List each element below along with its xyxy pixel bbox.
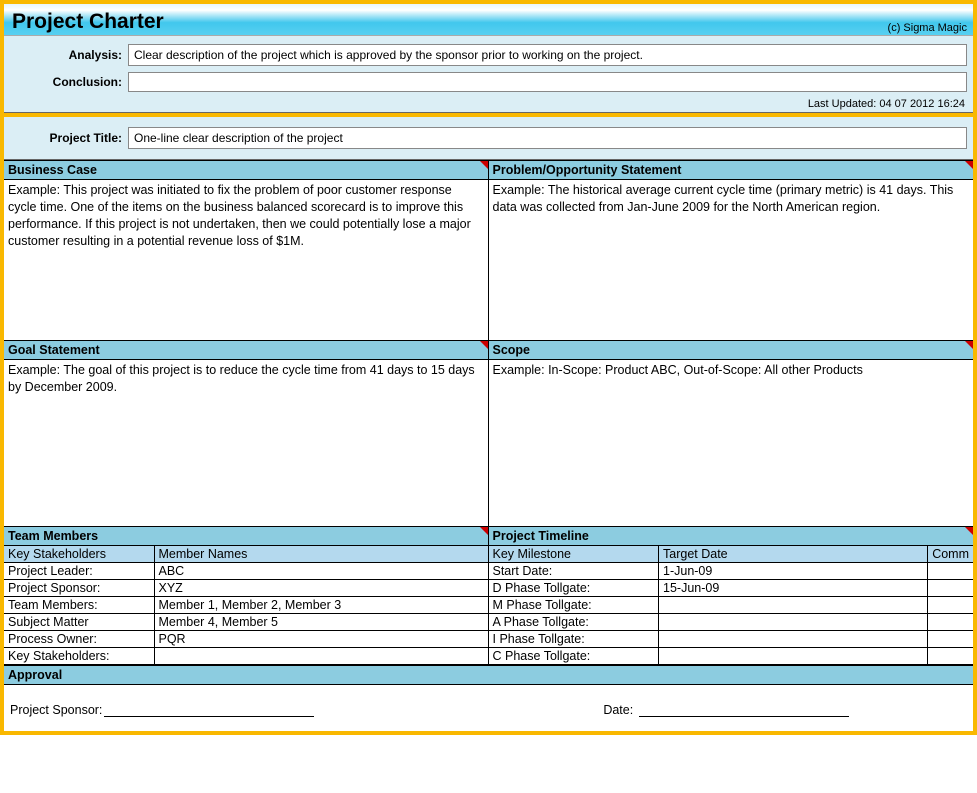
goal-body[interactable]: Example: The goal of this project is to …	[4, 360, 488, 526]
table-row: Team Members:Member 1, Member 2, Member …	[4, 597, 488, 614]
last-updated: Last Updated: 04 07 2012 16:24	[10, 98, 967, 110]
table-row: Start Date:1-Jun-09	[489, 563, 974, 580]
timeline-table: Key Milestone Target Date Comm Start Dat…	[489, 546, 974, 665]
conclusion-label: Conclusion:	[10, 75, 128, 89]
table-row: Process Owner:PQR	[4, 631, 488, 648]
team-col2: Member Names	[154, 546, 488, 563]
project-charter-frame: Project Charter (c) Sigma Magic Analysis…	[0, 0, 977, 735]
table-row: I Phase Tollgate:	[489, 631, 974, 648]
problem-header: Problem/Opportunity Statement	[489, 160, 974, 180]
table-row: A Phase Tollgate:	[489, 614, 974, 631]
approval-body: Project Sponsor: Date:	[4, 685, 973, 731]
project-title-input[interactable]: One-line clear description of the projec…	[128, 127, 967, 149]
timeline-col2: Target Date	[659, 546, 928, 563]
timeline-col1: Key Milestone	[489, 546, 659, 563]
copyright-text: (c) Sigma Magic	[888, 22, 967, 34]
title-bar: Project Charter (c) Sigma Magic	[4, 4, 973, 36]
timeline-header: Project Timeline	[489, 526, 974, 546]
team-table: Key Stakeholders Member Names Project Le…	[4, 546, 488, 665]
sponsor-signature-line[interactable]	[104, 705, 314, 717]
team-header: Team Members	[4, 526, 488, 546]
table-row: M Phase Tollgate:	[489, 597, 974, 614]
sponsor-label: Project Sponsor:	[10, 703, 102, 717]
project-title-label: Project Title:	[10, 131, 128, 145]
business-case-body[interactable]: Example: This project was initiated to f…	[4, 180, 488, 340]
table-row: Subject MatterMember 4, Member 5	[4, 614, 488, 631]
table-row: Key Stakeholders:	[4, 648, 488, 665]
date-signature-line[interactable]	[639, 705, 849, 717]
business-case-header: Business Case	[4, 160, 488, 180]
timeline-col3: Comm	[928, 546, 973, 563]
date-label: Date:	[603, 703, 633, 717]
meta-area: Analysis: Clear description of the proje…	[4, 36, 973, 113]
scope-body[interactable]: Example: In-Scope: Product ABC, Out-of-S…	[489, 360, 974, 526]
approval-header: Approval	[4, 665, 973, 685]
scope-header: Scope	[489, 340, 974, 360]
conclusion-input[interactable]	[128, 72, 967, 92]
goal-header: Goal Statement	[4, 340, 488, 360]
table-row: C Phase Tollgate:	[489, 648, 974, 665]
project-title-area: Project Title: One-line clear descriptio…	[4, 117, 973, 160]
analysis-label: Analysis:	[10, 48, 128, 62]
table-row: Project Leader:ABC	[4, 563, 488, 580]
page-title: Project Charter	[12, 10, 164, 33]
problem-body[interactable]: Example: The historical average current …	[489, 180, 974, 340]
table-row: D Phase Tollgate:15-Jun-09	[489, 580, 974, 597]
analysis-input[interactable]: Clear description of the project which i…	[128, 44, 967, 66]
table-row: Project Sponsor:XYZ	[4, 580, 488, 597]
team-col1: Key Stakeholders	[4, 546, 154, 563]
